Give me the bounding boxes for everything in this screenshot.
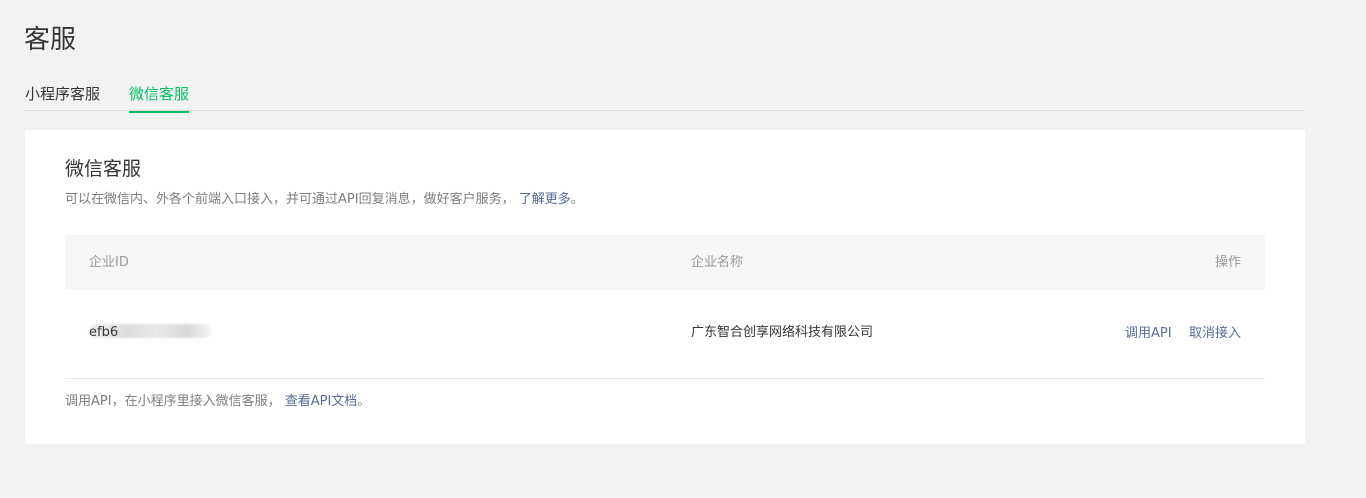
footer-note: 调用API，在小程序里接入微信客服， 查看API文档。 [65, 393, 370, 411]
call-api-link[interactable]: 调用API [1125, 325, 1172, 343]
description-text: 可以在微信内、外各个前端入口接入，并可通过API回复消息，做好客户服务， [65, 192, 515, 207]
description-suffix: 。 [570, 192, 584, 207]
learn-more-link[interactable]: 了解更多 [519, 192, 571, 207]
wechat-service-card: 微信客服 可以在微信内、外各个前端入口接入，并可通过API回复消息，做好客户服务… [25, 130, 1305, 444]
card-title: 微信客服 [65, 158, 142, 180]
footer-text: 调用API，在小程序里接入微信客服， [65, 394, 281, 409]
api-docs-link[interactable]: 查看API文档 [285, 394, 358, 409]
tab-wechat-service[interactable]: 微信客服 [129, 83, 190, 113]
column-header-actions: 操作 [1214, 255, 1241, 270]
column-header-id: 企业ID [89, 255, 129, 270]
corp-id-visible: efb6 [89, 325, 119, 340]
tab-miniprogram-service[interactable]: 小程序客服 [25, 83, 100, 111]
table-row: efb6 广东智合创享网络科技有限公司 调用API 取消接入 [65, 290, 1265, 379]
table-header: 企业ID 企业名称 操作 [65, 235, 1265, 290]
card-description: 可以在微信内、外各个前端入口接入，并可通过API回复消息，做好客户服务， 了解更… [65, 191, 584, 209]
tab-bar: 小程序客服 微信客服 [25, 78, 1305, 113]
cancel-access-link[interactable]: 取消接入 [1189, 325, 1241, 343]
footer-suffix: 。 [357, 394, 371, 409]
page-title: 客服 [24, 25, 77, 55]
column-header-name: 企业名称 [691, 255, 744, 270]
corp-name-cell: 广东智合创享网络科技有限公司 [691, 325, 874, 340]
